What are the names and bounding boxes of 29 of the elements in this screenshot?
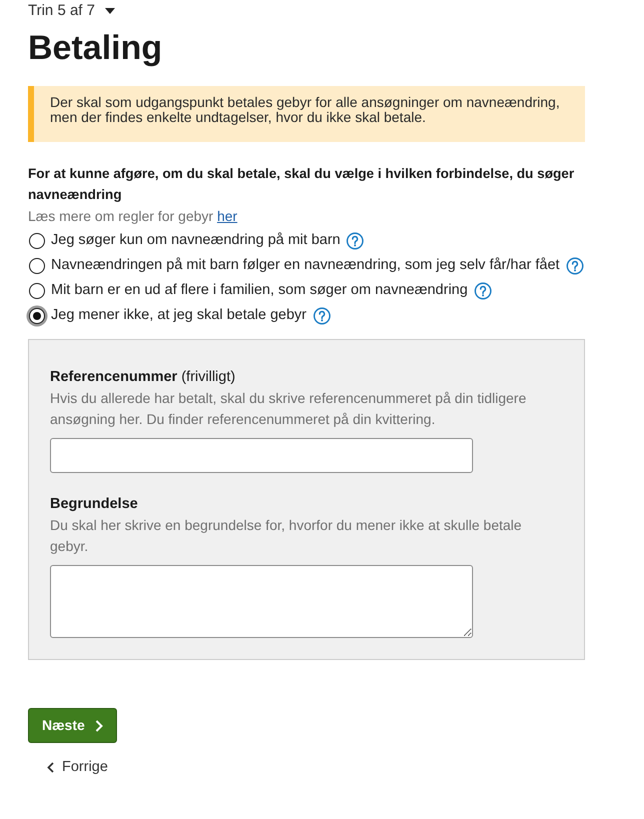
- caret-icon: [104, 8, 115, 14]
- question-label: For at kunne afgøre, om du skal betale, skal du vælge i hvilken forbindelse, du søger navneændring: [28, 165, 576, 204]
- radio-button[interactable]: [29, 258, 45, 274]
- rules-link[interactable]: her: [217, 208, 238, 224]
- option-label[interactable]: Jeg søger kun om navneændring på mit barn: [51, 230, 340, 251]
- text-area[interactable]: [50, 565, 473, 638]
- chevron-right-icon: [94, 720, 103, 732]
- option-label[interactable]: Mit barn er en ud af flere i familien, som søger om navneændring: [51, 280, 468, 301]
- chevron-left-icon: [47, 762, 54, 772]
- hint-text: Læs mere om regler for gebyr her: [28, 207, 238, 226]
- field-description: Du skal her skrive en begrundelse for, hvorfor du mener ikke at skulle betale gebyr.: [50, 516, 523, 556]
- help-icon[interactable]: [566, 256, 584, 274]
- text-input[interactable]: [50, 438, 473, 473]
- help-icon[interactable]: [474, 282, 492, 300]
- radio-button[interactable]: [29, 232, 45, 248]
- notice-text: Der skal som udgangspunkt betales gebyr for alle ansøgninger om navneændring, men der findes enkelte undtagelser, hvor du ikke skal betale.: [50, 95, 561, 125]
- radio-button[interactable]: [29, 308, 45, 324]
- field-description: Hvis du allerede har betalt, skal du skrive referencenummeret på din tidligere ansøgning her. Du finder referencenummeret på din kvittering.: [50, 389, 528, 429]
- help-icon[interactable]: [312, 306, 330, 324]
- page-heading: Betaling: [28, 28, 164, 68]
- field-label: Referencenummer (frivilligt): [50, 368, 236, 387]
- previous-link[interactable]: Forrige: [47, 757, 108, 777]
- next-button[interactable]: Næste: [28, 708, 117, 743]
- option-label[interactable]: Jeg mener ikke, at jeg skal betale gebyr: [51, 305, 306, 326]
- help-icon[interactable]: [346, 232, 364, 250]
- radio-button[interactable]: [29, 282, 45, 298]
- field-label: Begrundelse: [50, 495, 139, 514]
- option-label[interactable]: Navneændringen på mit barn følger en navneændring, som jeg selv får/har fået: [51, 255, 560, 276]
- step-dropdown[interactable]: Trin 5 af 7: [28, 1, 115, 21]
